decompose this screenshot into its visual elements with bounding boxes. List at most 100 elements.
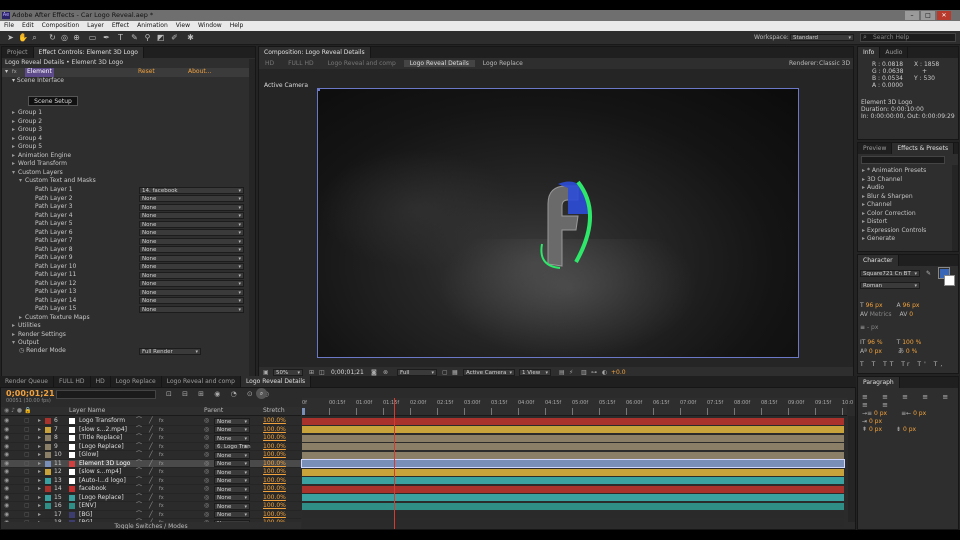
parent-pickwhip-icon[interactable]: ◎	[204, 485, 209, 494]
toggle-switches-modes[interactable]: Toggle Switches / Modes	[1, 522, 301, 529]
expand-triangle-icon[interactable]: ▸	[862, 167, 865, 174]
layer-stretch[interactable]: 100.0%	[263, 417, 286, 426]
parent-select[interactable]: None	[214, 451, 250, 459]
expand-triangle-icon[interactable]: ▸	[12, 152, 15, 159]
fx-switch-icon[interactable]: fx	[159, 502, 164, 511]
shy-switch-icon[interactable]: ⌒	[136, 426, 142, 435]
layer-label-color[interactable]	[45, 460, 51, 467]
expand-triangle-icon[interactable]: ▾	[5, 68, 8, 77]
parent-pickwhip-icon[interactable]: ◎	[204, 426, 209, 435]
shy-switch-icon[interactable]: ⌒	[136, 460, 142, 469]
effects-category[interactable]: ▸ Blur & Sharpen	[858, 193, 958, 202]
menu-animation[interactable]: Animation	[133, 21, 172, 31]
breadcrumb-logo-replace[interactable]: Logo Replace	[477, 60, 529, 67]
parent-pickwhip-icon[interactable]: ◎	[204, 460, 209, 469]
magnification-select[interactable]: 50%	[273, 369, 303, 376]
effects-category[interactable]: ▸ Audio	[858, 184, 958, 193]
expand-triangle-icon[interactable]: ▸	[38, 460, 41, 469]
layer-duration-bar[interactable]	[302, 451, 844, 459]
layer-duration-bar[interactable]	[302, 485, 844, 493]
layer-duration-bar[interactable]	[301, 459, 845, 469]
parent-pickwhip-icon[interactable]: ◎	[204, 434, 209, 443]
tab-render-queue[interactable]: Render Queue	[0, 376, 54, 387]
rotate-tool-icon[interactable]: ↻	[48, 33, 57, 42]
layer-lock-icon[interactable]: ▢	[24, 494, 30, 503]
layer-name[interactable]: [ENV]	[79, 502, 96, 511]
layer-stretch[interactable]: 100.0%	[263, 511, 286, 520]
expand-triangle-icon[interactable]: ▾	[12, 169, 15, 176]
menu-help[interactable]: Help	[226, 21, 248, 31]
expand-triangle-icon[interactable]: ▸	[38, 477, 41, 486]
layer-stretch[interactable]: 100.0%	[263, 451, 286, 460]
fx-switch-icon[interactable]: fx	[159, 468, 164, 477]
resolution-select[interactable]: Full	[397, 369, 437, 376]
expand-triangle-icon[interactable]: ▸	[19, 314, 22, 321]
visibility-eye-icon[interactable]: ◉	[4, 426, 9, 435]
3d-view-select[interactable]: Active Camera	[463, 369, 515, 376]
eraser-tool-icon[interactable]: ◩	[156, 33, 165, 42]
effects-category[interactable]: ▸ Expression Controls	[858, 227, 958, 236]
visibility-eye-icon[interactable]: ◉	[4, 417, 9, 426]
fx-switch-icon[interactable]: fx	[159, 494, 164, 503]
indent-first-value[interactable]: 0 px	[869, 418, 882, 425]
space-after-value[interactable]: 0 px	[903, 426, 916, 433]
effect-element-row[interactable]: ▾ fx Element Reset About...	[2, 68, 255, 77]
layer-label-color[interactable]	[45, 494, 51, 501]
layer-stretch[interactable]: 100.0%	[263, 443, 286, 452]
visibility-eye-icon[interactable]: ◉	[4, 451, 9, 460]
layer-lock-icon[interactable]: ▢	[24, 511, 30, 520]
section-row[interactable]: ▸ World Transform	[2, 160, 255, 169]
layer-name[interactable]: [Auto-l...d logo]	[79, 477, 126, 486]
layer-stretch[interactable]: 100.0%	[263, 494, 286, 503]
layer-row[interactable]: ◉ ▢ ▸ 7 [slow s...2.mp4] ⌒ ╱ fx ◎ None 100.0%	[1, 425, 301, 435]
quality-switch-icon[interactable]: ╱	[149, 477, 153, 486]
alignment-buttons[interactable]: ≡ ≡ ≡ ≡ ≡ ≡ ≡	[862, 393, 958, 409]
quality-switch-icon[interactable]: ╱	[149, 451, 153, 460]
expand-triangle-icon[interactable]: ▸	[38, 443, 41, 452]
layer-row[interactable]: ◉ ▢ ▸ 15 [Logo Replace] ⌒ ╱ fx ◎ None 100.0%	[1, 493, 301, 503]
parent-pickwhip-icon[interactable]: ◎	[204, 417, 209, 426]
layer-name[interactable]: [Glow]	[79, 451, 99, 460]
playhead[interactable]	[393, 398, 395, 529]
expand-triangle-icon[interactable]: ▸	[38, 434, 41, 443]
layer-label-color[interactable]	[45, 435, 51, 441]
layer-name[interactable]: facebook	[79, 485, 106, 494]
menu-edit[interactable]: Edit	[18, 21, 38, 31]
stopwatch-icon[interactable]: ◷	[19, 347, 24, 354]
tracking-value[interactable]: 0	[909, 311, 913, 318]
indent-left-value[interactable]: 0 px	[874, 410, 887, 417]
visibility-eye-icon[interactable]: ◉	[4, 511, 9, 520]
pan-behind-tool-icon[interactable]: ⊕	[72, 33, 81, 42]
layer-name[interactable]: [BG]	[79, 511, 92, 520]
fx-switch-icon[interactable]: fx	[159, 511, 164, 520]
baseline-shift-value[interactable]: 0 px	[869, 348, 882, 355]
roto-brush-tool-icon[interactable]: ✐	[170, 33, 179, 42]
timeline-search-input[interactable]	[56, 390, 156, 399]
quality-switch-icon[interactable]: ╱	[149, 443, 153, 452]
fx-switch-icon[interactable]: fx	[159, 417, 164, 426]
tab-info[interactable]: Info	[858, 47, 881, 58]
breadcrumb-full-hd[interactable]: FULL HD	[282, 60, 320, 67]
zoom-tool-icon[interactable]: ⌕	[30, 33, 39, 42]
tsume-value[interactable]: 0 %	[906, 348, 917, 355]
parent-pickwhip-icon[interactable]: ◎	[204, 468, 209, 477]
composition-viewer[interactable]	[317, 88, 799, 358]
layer-lock-icon[interactable]: ▢	[24, 502, 30, 511]
path-layer-select[interactable]: None	[139, 237, 244, 245]
layer-duration-bar[interactable]	[302, 502, 844, 510]
path-layer-select[interactable]: None	[139, 254, 244, 262]
menu-view[interactable]: View	[172, 21, 194, 31]
shy-switch-icon[interactable]: ⌒	[136, 434, 142, 443]
effect-panel-scrollbar[interactable]	[249, 59, 255, 377]
layer-name[interactable]: [slow s...mp4]	[79, 468, 121, 477]
expand-triangle-icon[interactable]: ▸	[38, 502, 41, 511]
layer-row[interactable]: ◉ ▢ ▸ 12 [slow s...mp4] ⌒ ╱ fx ◎ None 100.0%	[1, 468, 301, 477]
expand-triangle-icon[interactable]: ▸	[38, 485, 41, 494]
layer-name[interactable]: [Logo Replace]	[79, 443, 124, 452]
search-help-input[interactable]: Search Help	[860, 33, 956, 42]
layer-name[interactable]: [Logo Replace]	[79, 494, 124, 503]
shy-switch-icon[interactable]: ⌒	[136, 443, 142, 452]
layer-stretch[interactable]: 100.0%	[263, 460, 286, 469]
effects-search-input[interactable]	[861, 156, 945, 164]
quality-switch-icon[interactable]: ╱	[149, 468, 153, 477]
